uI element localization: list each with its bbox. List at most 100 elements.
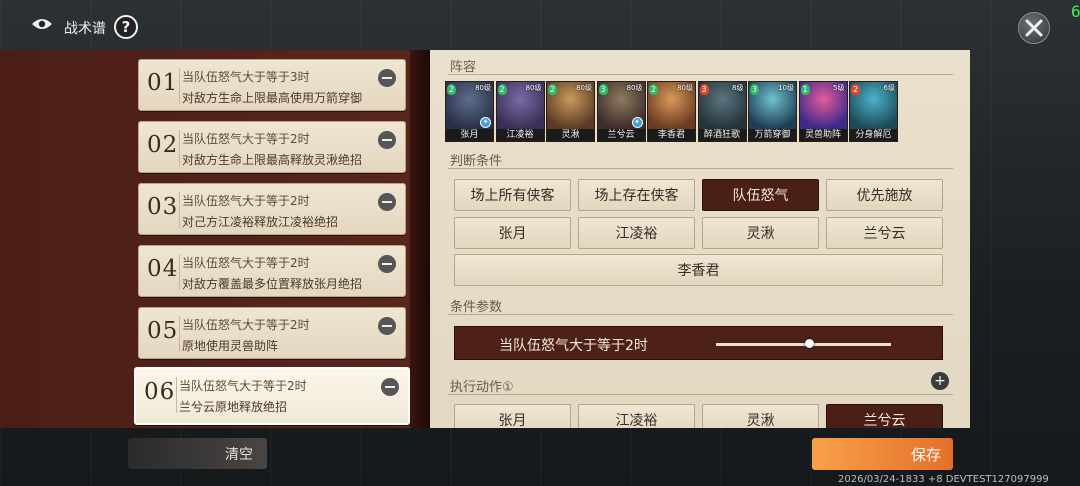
hero-level: 80级 <box>626 84 643 92</box>
tactic-condition: 当队伍怒气大于等于2时 <box>179 379 307 393</box>
tactic-action: 对己方江凌裕释放江凌裕绝招 <box>182 215 339 229</box>
tactic-divider <box>179 316 180 352</box>
lineup-title: 阵容 <box>450 60 477 75</box>
rage-slider[interactable] <box>716 343 891 346</box>
hero-card[interactable]: 1 5级 灵兽助阵 <box>798 81 848 142</box>
tactic-divider <box>179 130 180 166</box>
hero-level: 6级 <box>883 84 895 92</box>
action-lingqiu-button[interactable]: 灵湫 <box>702 404 819 428</box>
hero-card[interactable]: 2 80级江凌裕 <box>495 81 545 142</box>
hero-name: 江凌裕 <box>496 129 544 141</box>
tactic-number: 06 <box>144 379 176 405</box>
params-title: 条件参数 <box>450 300 503 315</box>
tactic-card-01[interactable]: 01 当队伍怒气大于等于3时 对敌方生命上限最高使用万箭穿御 <box>138 59 406 111</box>
actions-title: 执行动作① <box>450 380 514 395</box>
tactic-action: 兰兮云原地释放绝招 <box>179 400 288 414</box>
condition-title: 判断条件 <box>450 154 503 169</box>
tactic-number: 05 <box>147 318 179 344</box>
tactic-action: 对敌方覆盖最多位置释放张月绝招 <box>182 277 363 291</box>
condition-hero-jianglingyu-button[interactable]: 江凌裕 <box>578 217 695 249</box>
hero-rank-badge: 2 <box>649 84 658 95</box>
tactic-card-02[interactable]: 02 当队伍怒气大于等于2时 对敌方生命上限最高释放灵湫绝招 <box>138 121 406 173</box>
hero-card[interactable]: 2 6级分身解厄 <box>849 81 898 142</box>
remove-tactic-button[interactable] <box>381 378 399 396</box>
remove-tactic-button[interactable] <box>378 317 396 335</box>
close-button[interactable] <box>1018 12 1050 44</box>
remove-tactic-button[interactable] <box>378 69 396 87</box>
tactic-number: 02 <box>147 132 179 158</box>
save-button[interactable]: 保存 <box>812 438 953 470</box>
help-icon[interactable]: ? <box>114 15 138 39</box>
condition-hero-exists-button[interactable]: 场上存在侠客 <box>578 179 695 211</box>
condition-hero-lingqiu-button[interactable]: 灵湫 <box>702 217 819 249</box>
fps-counter: 6 <box>1071 2 1080 21</box>
tactic-condition: 当队伍怒气大于等于2时 <box>182 132 310 146</box>
condition-hero-zhangyue-button[interactable]: 张月 <box>454 217 571 249</box>
hero-level: 5级 <box>833 84 845 92</box>
action-zhangyue-button[interactable]: 张月 <box>454 404 571 428</box>
param-row: 当队伍怒气大于等于2时 <box>454 326 943 360</box>
hero-level: 8级 <box>732 84 744 92</box>
hero-rank-badge: 2 <box>851 84 860 95</box>
hero-card[interactable]: 3 8级 醉酒狂歌 <box>697 81 747 142</box>
clear-button[interactable]: 清空 <box>128 438 267 469</box>
condition-priority-button[interactable]: 优先施放 <box>826 179 943 211</box>
condition-team-rage-button[interactable]: 队伍怒气 <box>702 179 819 211</box>
add-action-button[interactable]: + <box>931 372 949 390</box>
hero-rank-badge: 3 <box>598 84 608 95</box>
rage-slider-knob[interactable] <box>804 339 814 348</box>
tactic-editor-panel: 阵容 2 80级 ✦ 张月 2 80级 江凌裕 2 80级 灵湫 3 80级 ✦ 兰兮云 2 80级 李香君 3 8… <box>430 50 970 428</box>
tactic-action: 原地使用灵兽助阵 <box>182 339 279 353</box>
tactic-condition: 当队伍怒气大于等于2时 <box>182 256 310 270</box>
hero-level: 10级 <box>778 84 794 92</box>
hero-rank-badge: 2 <box>548 84 557 95</box>
tactic-condition: 当队伍怒气大于等于2时 <box>182 318 310 332</box>
tactic-card-06[interactable]: 06 当队伍怒气大于等于2时 兰兮云原地释放绝招 <box>134 367 410 425</box>
condition-all-heroes-button[interactable]: 场上所有侠客 <box>454 179 571 211</box>
param-text: 当队伍怒气大于等于2时 <box>499 338 648 354</box>
remove-tactic-button[interactable] <box>378 131 396 149</box>
tactic-divider <box>179 192 180 228</box>
hero-level: 80级 <box>475 84 491 92</box>
hero-card[interactable]: 3 10级 万箭穿御 <box>748 81 797 142</box>
tactic-condition: 当队伍怒气大于等于3时 <box>182 70 310 84</box>
action-lanxiyun-button[interactable]: 兰兮云 <box>826 404 943 428</box>
tactic-number: 01 <box>147 70 179 96</box>
hero-name: 兰兮云 <box>597 129 645 141</box>
top-bar: 战术谱 ? 6 <box>0 0 1080 50</box>
action-jianglingyu-button[interactable]: 江凌裕 <box>578 404 695 428</box>
tactic-card-04[interactable]: 04 当队伍怒气大于等于2时 对敌方覆盖最多位置释放张月绝招 <box>138 245 406 297</box>
hero-star-icon: ✦ <box>480 117 491 128</box>
tactic-card-03[interactable]: 03 当队伍怒气大于等于2时 对己方江凌裕释放江凌裕绝招 <box>138 183 406 235</box>
hero-level: 80级 <box>677 84 693 92</box>
tactic-card-05[interactable]: 05 当队伍怒气大于等于2时 原地使用灵兽助阵 <box>138 307 406 359</box>
tactic-number: 04 <box>147 256 179 282</box>
section-divider <box>448 168 953 169</box>
hero-name: 醉酒狂歌 <box>698 129 746 141</box>
hero-star-icon: ✦ <box>631 117 643 128</box>
eye-icon[interactable] <box>31 17 53 31</box>
hero-name: 灵兽助阵 <box>799 129 847 141</box>
remove-tactic-button[interactable] <box>378 193 396 211</box>
condition-hero-lixiangjun-button[interactable]: 李香君 <box>454 254 943 286</box>
hero-name: 灵湫 <box>547 129 594 141</box>
clear-label: 清空 <box>225 446 253 463</box>
tactic-divider <box>179 254 180 290</box>
hero-rank-badge: 2 <box>447 84 456 95</box>
tactic-number: 03 <box>147 194 179 220</box>
tactic-divider <box>179 68 180 104</box>
hero-card[interactable]: 2 80级 灵湫 <box>546 81 595 142</box>
hero-level: 80级 <box>525 84 542 92</box>
hero-name: 李香君 <box>648 129 695 141</box>
hero-card[interactable]: 3 80级 ✦ 兰兮云 <box>596 81 646 142</box>
section-divider <box>448 314 953 315</box>
hero-name: 万箭穿御 <box>749 129 796 141</box>
hero-card[interactable]: 2 80级李香君 <box>647 81 696 142</box>
hero-rank-badge: 2 <box>497 84 507 95</box>
hero-name: 分身解厄 <box>850 129 897 141</box>
condition-hero-lanxiyun-button[interactable]: 兰兮云 <box>826 217 943 249</box>
remove-tactic-button[interactable] <box>378 255 396 273</box>
section-divider <box>448 394 953 395</box>
hero-name: 张月 <box>446 129 493 141</box>
hero-card[interactable]: 2 80级 ✦ 张月 <box>445 81 494 142</box>
